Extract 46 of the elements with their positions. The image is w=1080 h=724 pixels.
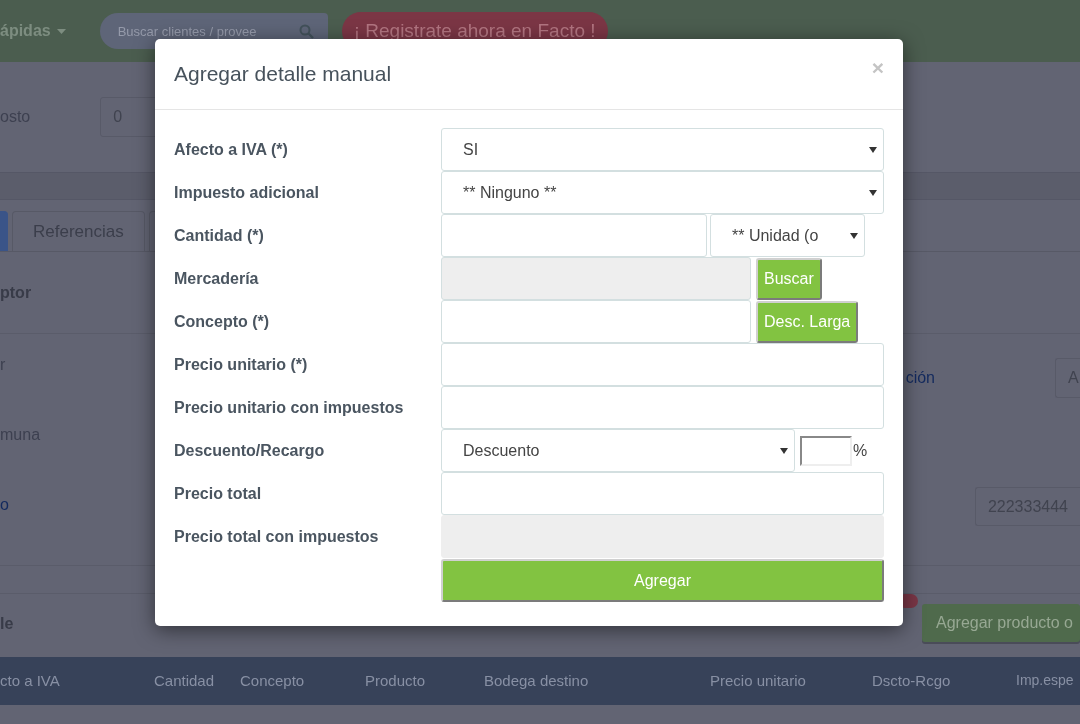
select-field[interactable]: ** Ninguno ** <box>441 171 884 214</box>
action-button[interactable]: Buscar <box>756 257 822 300</box>
percent-sign: % <box>853 441 868 460</box>
field-label: Impuesto adicional <box>174 183 320 202</box>
input-field[interactable] <box>441 300 751 343</box>
column-header: Precio unitario <box>710 672 806 689</box>
field-label: Precio unitario (*) <box>174 355 309 374</box>
caret-icon <box>56 28 66 34</box>
input-field[interactable] <box>441 472 884 515</box>
column-header: cto a IVA <box>0 672 60 689</box>
select-field[interactable]: Descuento <box>441 429 795 472</box>
column-header: Imp.espe <box>1016 672 1074 688</box>
search-icon <box>298 24 314 39</box>
field-label: Afecto a IVA (*) <box>174 140 289 159</box>
add-product-button[interactable]: Agregar producto o <box>922 604 1080 642</box>
caret-icon <box>850 232 858 239</box>
field-label: Descuento/Recargo <box>174 441 326 460</box>
input-field[interactable] <box>441 386 884 429</box>
percent-field[interactable] <box>800 435 852 466</box>
link[interactable]: ción <box>905 369 935 387</box>
column-header: Cantidad <box>154 672 215 689</box>
field-label: Concepto (*) <box>174 312 271 331</box>
input-field[interactable] <box>441 257 751 300</box>
column-header: Bodega destino <box>484 672 589 689</box>
field-label: Precio total <box>174 484 263 503</box>
select-field[interactable]: ** Unidad (o <box>710 214 865 257</box>
column-header: Concepto <box>240 672 305 689</box>
field-label: Cantidad (*) <box>174 226 265 245</box>
close-button[interactable]: × <box>871 56 884 80</box>
field-label: Mercadería <box>174 269 260 288</box>
field-label: Precio unitario con impuestos <box>174 398 405 417</box>
tab[interactable] <box>0 211 8 251</box>
caret-icon <box>869 146 877 153</box>
input-field[interactable] <box>441 214 707 257</box>
select-field[interactable]: SI <box>441 128 884 171</box>
link[interactable]: o <box>0 496 41 514</box>
column-header: Producto <box>365 672 426 689</box>
caret-icon <box>869 189 877 196</box>
add-button[interactable]: Agregar <box>441 559 884 602</box>
action-button[interactable]: Desc. Larga <box>756 300 859 343</box>
caret-icon <box>780 447 788 454</box>
input-field[interactable] <box>441 515 884 558</box>
field-label: Precio total con impuestos <box>174 527 380 546</box>
dialog-title: Agregar detalle manual <box>174 62 392 86</box>
input-field[interactable] <box>441 343 884 386</box>
column-header: Dscto-Rcgo <box>872 672 951 689</box>
